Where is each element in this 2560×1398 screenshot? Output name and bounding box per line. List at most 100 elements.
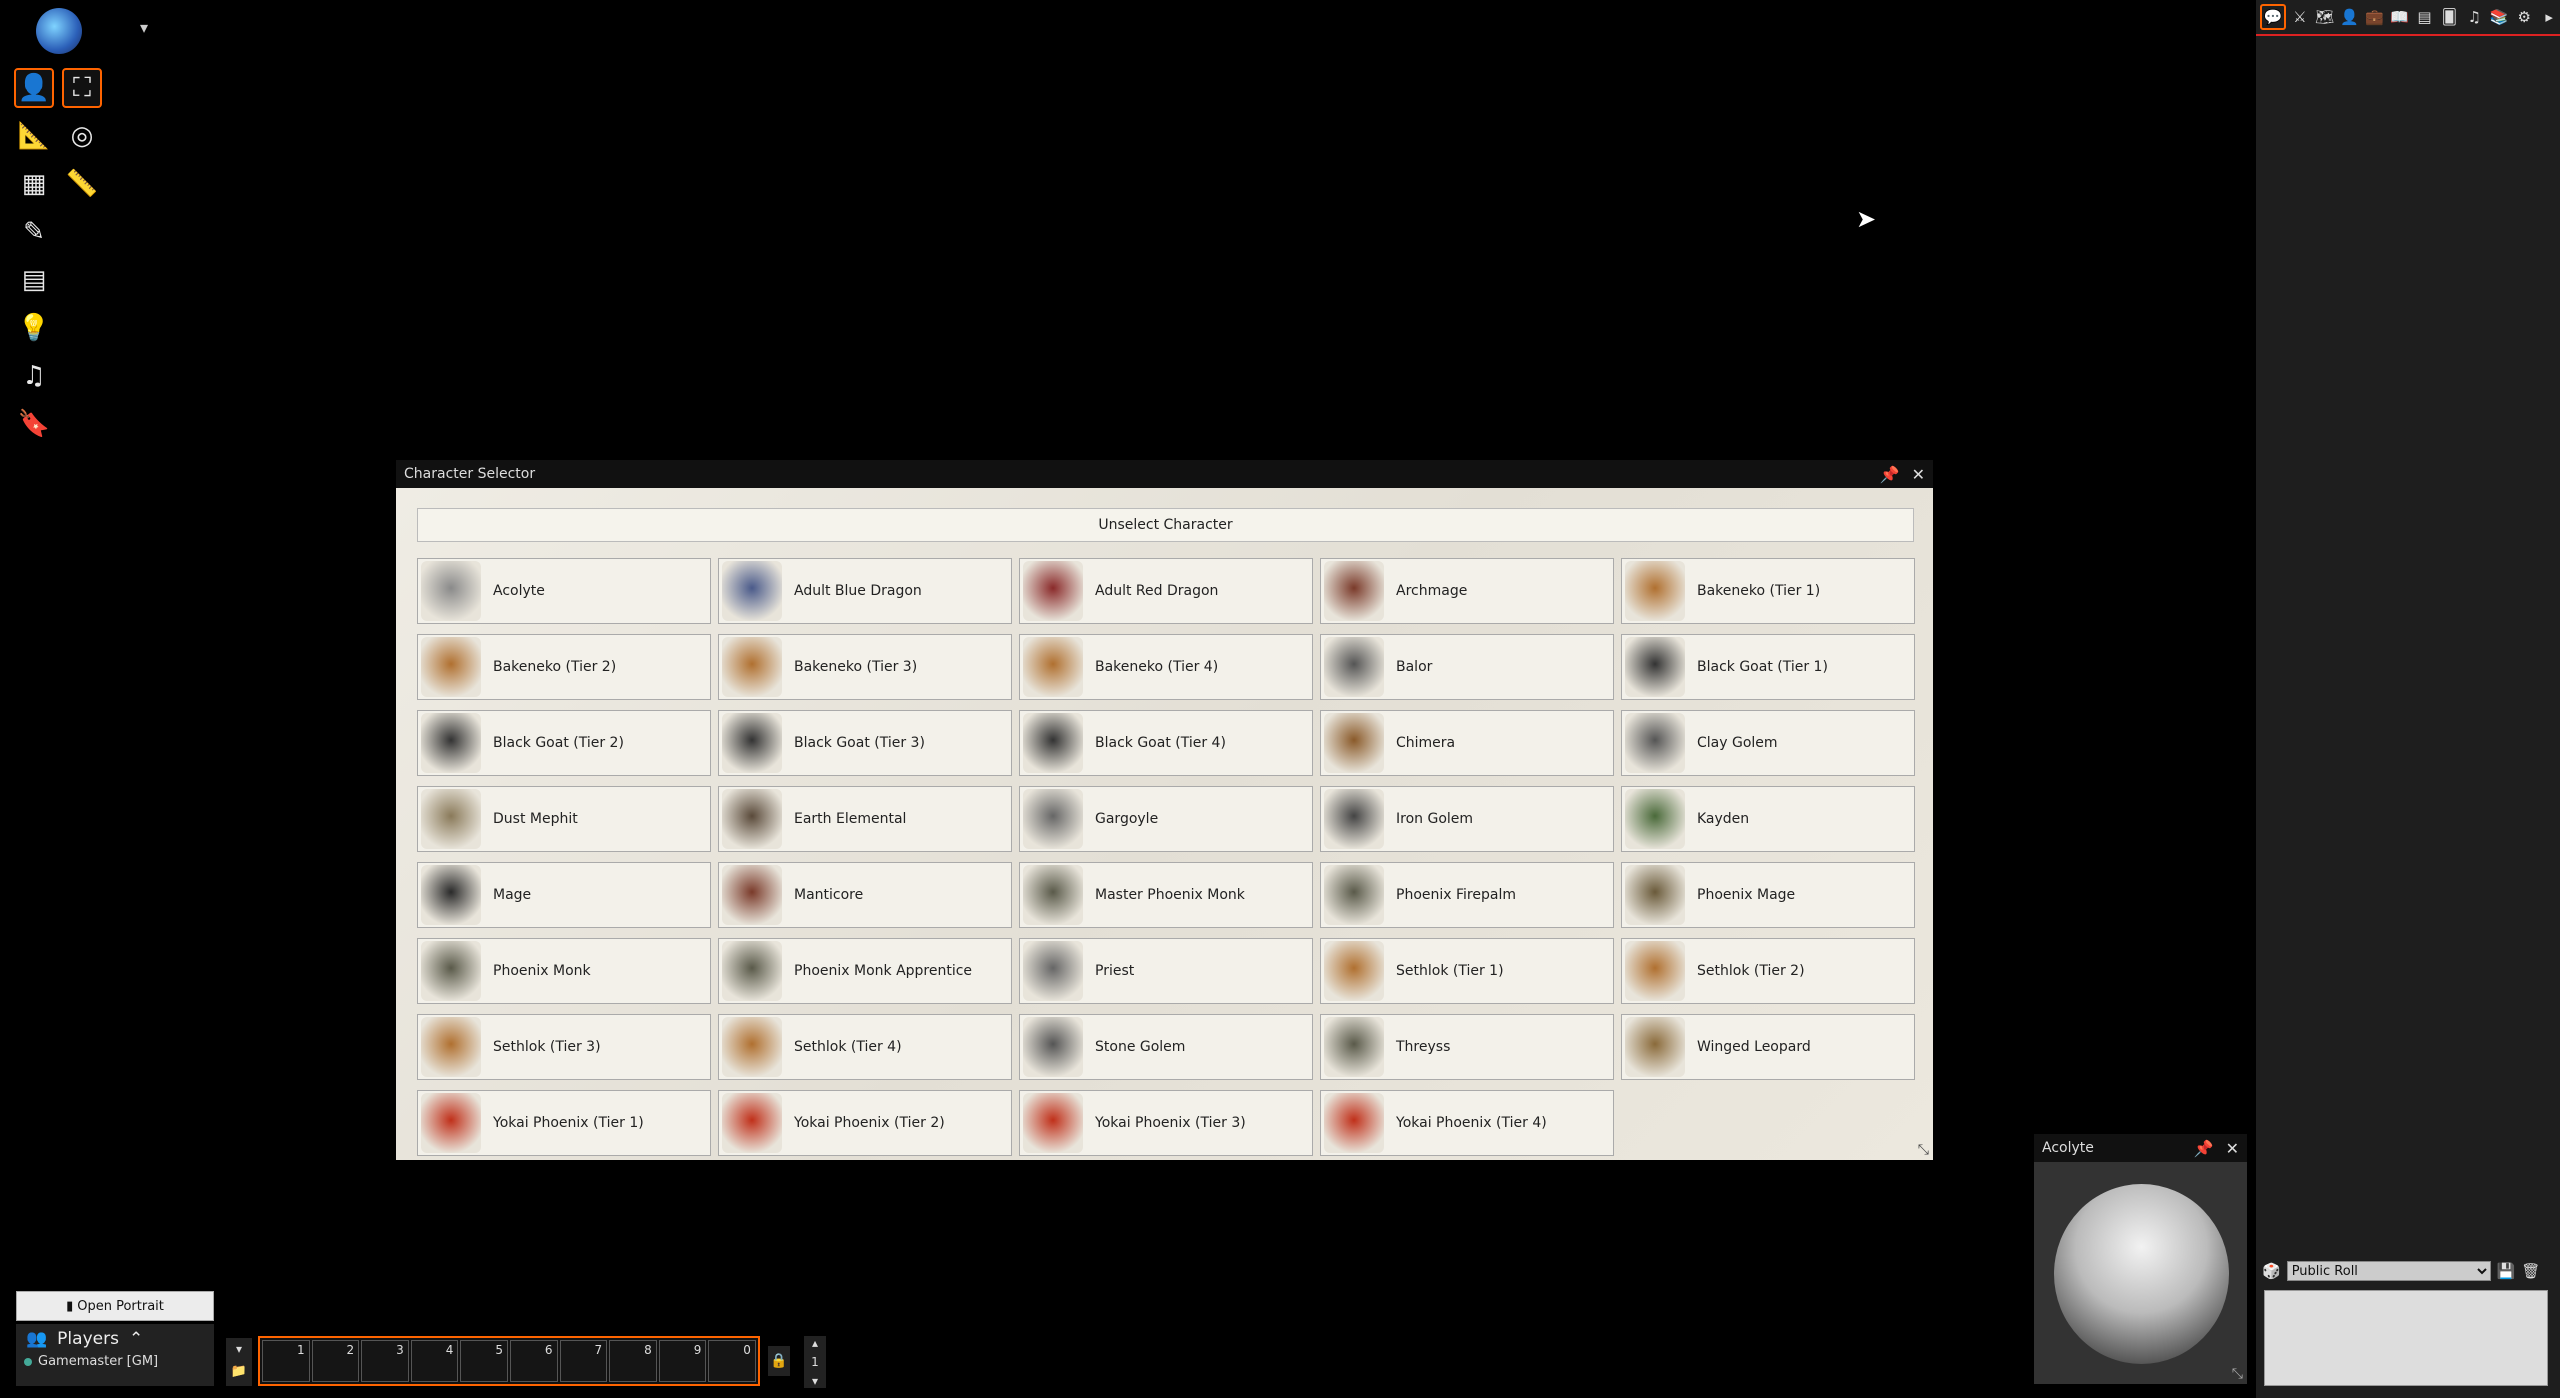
character-button[interactable]: Phoenix Firepalm — [1320, 862, 1614, 928]
chevron-down-icon[interactable]: ▾ — [226, 1342, 252, 1356]
pin-icon[interactable]: 📌 — [2194, 1139, 2214, 1158]
settings-icon[interactable]: ⚙ — [2513, 6, 2535, 28]
character-button[interactable]: Bakeneko (Tier 1) — [1621, 558, 1915, 624]
close-icon[interactable]: ✕ — [1912, 465, 1925, 484]
character-button[interactable]: Sethlok (Tier 2) — [1621, 938, 1915, 1004]
character-button[interactable]: Sethlok (Tier 1) — [1320, 938, 1614, 1004]
character-button[interactable]: Bakeneko (Tier 3) — [718, 634, 1012, 700]
character-button[interactable]: Phoenix Monk Apprentice — [718, 938, 1012, 1004]
journal-icon[interactable]: 📖 — [2389, 6, 2411, 28]
lock-icon[interactable]: 🔒 — [768, 1346, 790, 1376]
collapse-icon[interactable]: ▸ — [2538, 6, 2560, 28]
unselect-character-button[interactable]: Unselect Character — [417, 508, 1914, 542]
resize-handle-icon[interactable]: ⤡ — [1918, 1142, 1929, 1158]
character-button[interactable]: Phoenix Monk — [417, 938, 711, 1004]
lighting-icon[interactable]: 💡 — [14, 308, 54, 348]
close-icon[interactable]: ✕ — [2226, 1139, 2239, 1158]
chevron-up-icon[interactable]: ⌃ — [129, 1329, 143, 1349]
character-button[interactable]: Chimera — [1320, 710, 1614, 776]
pin-icon[interactable]: 📌 — [1880, 465, 1900, 484]
character-button[interactable]: Threyss — [1320, 1014, 1614, 1080]
character-button[interactable]: Iron Golem — [1320, 786, 1614, 852]
portrait-window-titlebar[interactable]: Acolyte 📌 ✕ — [2034, 1134, 2247, 1162]
walls-icon[interactable]: ▤ — [14, 260, 54, 300]
chat-icon[interactable]: 💬 — [2260, 4, 2286, 30]
resize-handle-icon[interactable]: ⤡ — [2232, 1366, 2243, 1382]
character-button[interactable]: Adult Blue Dragon — [718, 558, 1012, 624]
character-button[interactable]: Black Goat (Tier 1) — [1621, 634, 1915, 700]
page-up-icon[interactable]: ▴ — [812, 1336, 818, 1350]
page-down-icon[interactable]: ▾ — [812, 1374, 818, 1388]
folder-icon[interactable]: 📁 — [226, 1364, 252, 1379]
macro-slot[interactable]: 6 — [509, 1340, 558, 1382]
character-button[interactable]: Winged Leopard — [1621, 1014, 1915, 1080]
character-button[interactable]: Yokai Phoenix (Tier 4) — [1320, 1090, 1614, 1156]
character-button[interactable]: Black Goat (Tier 3) — [718, 710, 1012, 776]
compendium-icon[interactable]: 📚 — [2488, 6, 2510, 28]
character-button[interactable]: Black Goat (Tier 4) — [1019, 710, 1313, 776]
drawing-icon[interactable]: ✎ — [14, 212, 54, 252]
foundry-logo[interactable] — [36, 8, 82, 54]
macro-slot[interactable]: 7 — [559, 1340, 608, 1382]
open-portrait-button[interactable]: ▮ Open Portrait — [16, 1291, 214, 1321]
sounds-icon[interactable]: ♫ — [14, 356, 54, 396]
character-button[interactable]: Earth Elemental — [718, 786, 1012, 852]
character-name: Master Phoenix Monk — [1095, 887, 1245, 903]
chat-message-input[interactable] — [2264, 1290, 2548, 1386]
macro-slot[interactable]: 4 — [410, 1340, 459, 1382]
tiles-icon[interactable]: ▦ — [14, 164, 54, 204]
character-button[interactable]: Stone Golem — [1019, 1014, 1313, 1080]
ruler-icon[interactable]: 📏 — [62, 164, 102, 204]
character-button[interactable]: Manticore — [718, 862, 1012, 928]
macro-slot[interactable]: 8 — [609, 1340, 657, 1382]
character-name: Phoenix Firepalm — [1396, 887, 1516, 903]
character-button[interactable]: Archmage — [1320, 558, 1614, 624]
token-controls-icon[interactable]: 👤 — [14, 68, 54, 108]
character-button[interactable]: Sethlok (Tier 3) — [417, 1014, 711, 1080]
character-button[interactable]: Sethlok (Tier 4) — [718, 1014, 1012, 1080]
character-button[interactable]: Yokai Phoenix (Tier 1) — [417, 1090, 711, 1156]
character-button[interactable]: Mage — [417, 862, 711, 928]
target-icon[interactable]: ◎ — [62, 116, 102, 156]
character-button[interactable]: Priest — [1019, 938, 1313, 1004]
character-button[interactable]: Gargoyle — [1019, 786, 1313, 852]
character-name: Earth Elemental — [794, 811, 907, 827]
character-button[interactable]: Master Phoenix Monk — [1019, 862, 1313, 928]
trash-icon[interactable]: 🗑 — [2521, 1262, 2540, 1280]
character-button[interactable]: Clay Golem — [1621, 710, 1915, 776]
character-button[interactable]: Yokai Phoenix (Tier 3) — [1019, 1090, 1313, 1156]
roll-mode-select[interactable]: Public Roll — [2286, 1261, 2491, 1281]
character-button[interactable]: Acolyte — [417, 558, 711, 624]
character-button[interactable]: Kayden — [1621, 786, 1915, 852]
character-name: Adult Red Dragon — [1095, 583, 1219, 599]
items-icon[interactable]: 💼 — [2364, 6, 2386, 28]
notes-icon[interactable]: 🔖 — [14, 404, 54, 444]
macro-slot[interactable]: 1 — [262, 1340, 310, 1382]
macro-slot[interactable]: 2 — [311, 1340, 360, 1382]
fullscreen-icon[interactable]: ⛶ — [62, 68, 102, 108]
macro-slot[interactable]: 9 — [658, 1340, 707, 1382]
character-button[interactable]: Dust Mephit — [417, 786, 711, 852]
logo-menu-caret[interactable]: ▾ — [140, 18, 148, 37]
character-selector-titlebar[interactable]: Character Selector 📌 ✕ — [396, 460, 1933, 488]
combat-icon[interactable]: ⚔ — [2289, 6, 2311, 28]
playlists-icon[interactable]: ♫ — [2463, 6, 2485, 28]
character-button[interactable]: Balor — [1320, 634, 1614, 700]
macro-slot[interactable]: 3 — [361, 1340, 409, 1382]
dice-icon[interactable]: 🎲 — [2262, 1262, 2281, 1280]
character-button[interactable]: Adult Red Dragon — [1019, 558, 1313, 624]
actors-icon[interactable]: 👤 — [2339, 6, 2361, 28]
character-button[interactable]: Bakeneko (Tier 4) — [1019, 634, 1313, 700]
scenes-icon[interactable]: 🗺 — [2314, 6, 2336, 28]
measure-icon[interactable]: 📐 — [14, 116, 54, 156]
character-button[interactable]: Black Goat (Tier 2) — [417, 710, 711, 776]
character-button[interactable]: Phoenix Mage — [1621, 862, 1915, 928]
macro-slot[interactable]: 0 — [708, 1340, 756, 1382]
character-button[interactable]: Yokai Phoenix (Tier 2) — [718, 1090, 1012, 1156]
macro-slot[interactable]: 5 — [460, 1340, 508, 1382]
tables-icon[interactable]: ▤ — [2414, 6, 2436, 28]
character-button[interactable]: Bakeneko (Tier 2) — [417, 634, 711, 700]
save-icon[interactable]: 💾 — [2497, 1262, 2516, 1280]
cards-icon[interactable]: 🂠 — [2438, 6, 2460, 28]
players-header[interactable]: 👥 Players ⌃ — [16, 1324, 214, 1354]
